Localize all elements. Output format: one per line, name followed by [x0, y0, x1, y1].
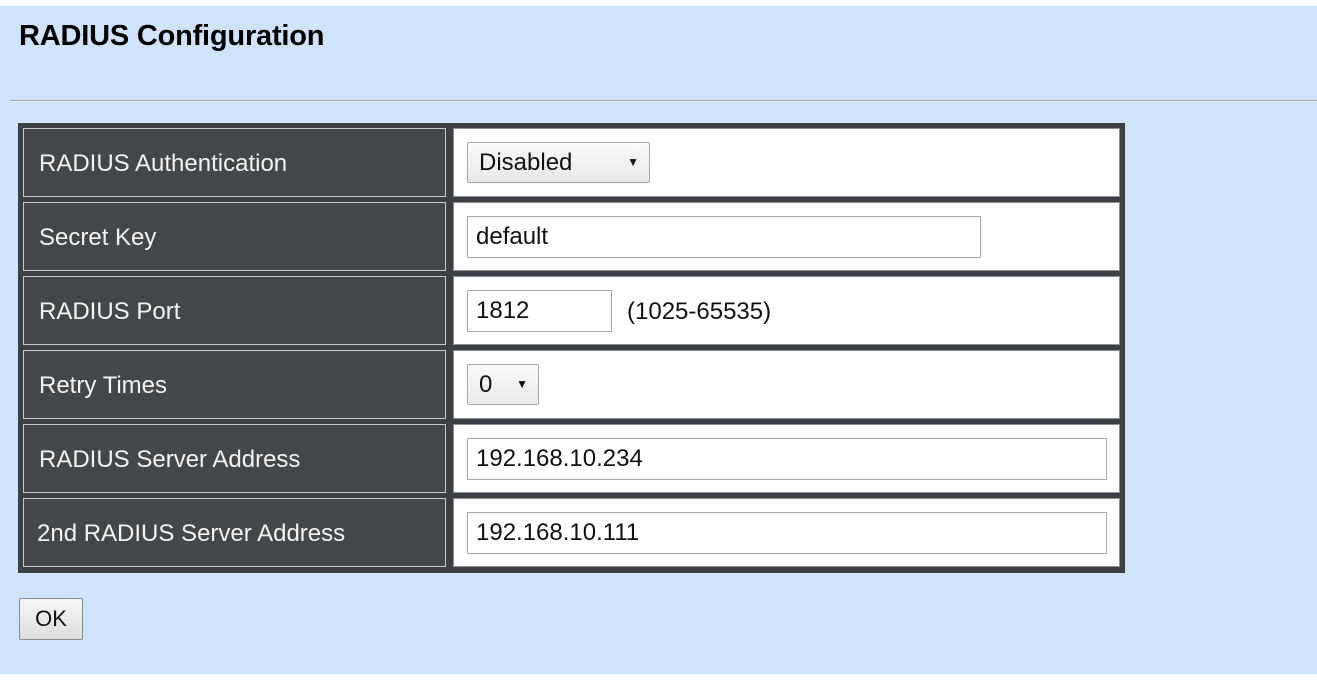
- retry-times-value-cell: 0 ▼: [453, 350, 1120, 419]
- second-radius-server-address-input[interactable]: [467, 512, 1107, 554]
- retry-times-select[interactable]: 0 ▼: [467, 364, 539, 405]
- row-retry-times: Retry Times 0 ▼: [22, 349, 1121, 420]
- row-radius-port: RADIUS Port (1025-65535): [22, 275, 1121, 346]
- secret-key-value-cell: [453, 202, 1120, 271]
- chevron-down-icon: ▼: [627, 155, 639, 169]
- retry-times-selected-value: 0: [479, 371, 493, 398]
- page-title: RADIUS Configuration: [19, 20, 325, 52]
- secret-key-label: Secret Key: [23, 202, 446, 271]
- radius-authentication-value-cell: Disabled ▼: [453, 128, 1120, 197]
- radius-config-table: RADIUS Authentication Disabled ▼ Secret …: [18, 123, 1125, 573]
- radius-server-address-label: RADIUS Server Address: [23, 424, 446, 493]
- ok-button[interactable]: OK: [19, 598, 83, 640]
- secret-key-input[interactable]: [467, 216, 981, 258]
- row-secret-key: Secret Key: [22, 201, 1121, 272]
- second-radius-server-address-label: 2nd RADIUS Server Address: [23, 498, 446, 567]
- radius-port-value-cell: (1025-65535): [453, 276, 1120, 345]
- row-second-radius-server-address: 2nd RADIUS Server Address: [22, 497, 1121, 568]
- title-divider: [11, 100, 1317, 102]
- radius-port-label: RADIUS Port: [23, 276, 446, 345]
- radius-port-input[interactable]: [467, 290, 612, 332]
- radius-port-range-hint: (1025-65535): [627, 298, 772, 325]
- second-radius-server-address-value-cell: [453, 498, 1120, 567]
- radius-config-page: RADIUS Configuration RADIUS Authenticati…: [0, 6, 1317, 674]
- radius-server-address-value-cell: [453, 424, 1120, 493]
- radius-authentication-selected-value: Disabled: [479, 149, 573, 176]
- retry-times-label: Retry Times: [23, 350, 446, 419]
- radius-server-address-input[interactable]: [467, 438, 1107, 480]
- radius-authentication-label: RADIUS Authentication: [23, 128, 446, 197]
- radius-authentication-select[interactable]: Disabled ▼: [467, 142, 650, 183]
- row-radius-authentication: RADIUS Authentication Disabled ▼: [22, 127, 1121, 198]
- row-radius-server-address: RADIUS Server Address: [22, 423, 1121, 494]
- chevron-down-icon: ▼: [516, 377, 528, 391]
